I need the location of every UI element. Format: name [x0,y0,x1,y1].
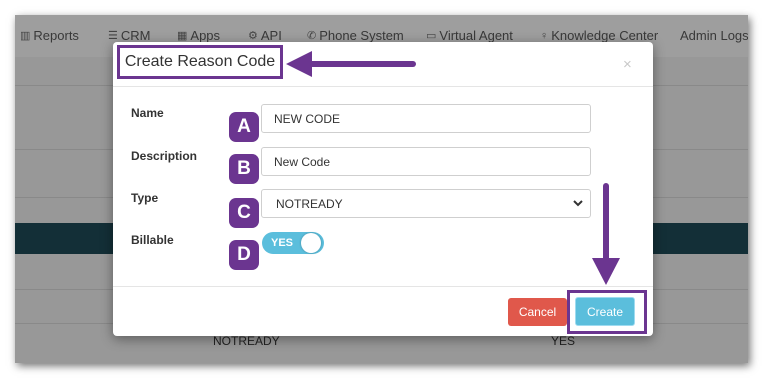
type-label: Type [131,191,159,205]
toggle-knob [301,233,321,253]
modal-title-text: Create Reason Code [124,53,276,70]
name-field[interactable] [261,104,591,133]
cancel-button[interactable]: Cancel [508,298,567,326]
billable-label: Billable [131,233,174,247]
type-select[interactable]: NOTREADY [261,189,591,218]
create-button[interactable]: Create [575,297,635,326]
annotation-badge-b: B [229,154,259,184]
type-select-value: NOTREADY [276,196,343,211]
annotation-badge-d: D [229,240,259,270]
modal-title: Create Reason Code [117,45,283,79]
modal-footer-divider [113,286,653,287]
annotation-badge-a: A [229,112,259,142]
description-label: Description [131,149,198,163]
name-label: Name [131,106,164,120]
billable-toggle-text: YES [271,237,294,249]
modal-header-divider [113,86,653,87]
annotation-badge-c: C [229,198,259,228]
billable-toggle[interactable]: YES [262,232,324,254]
description-field[interactable] [261,147,591,176]
chevron-down-icon [573,200,583,207]
close-icon[interactable]: × [623,56,632,73]
